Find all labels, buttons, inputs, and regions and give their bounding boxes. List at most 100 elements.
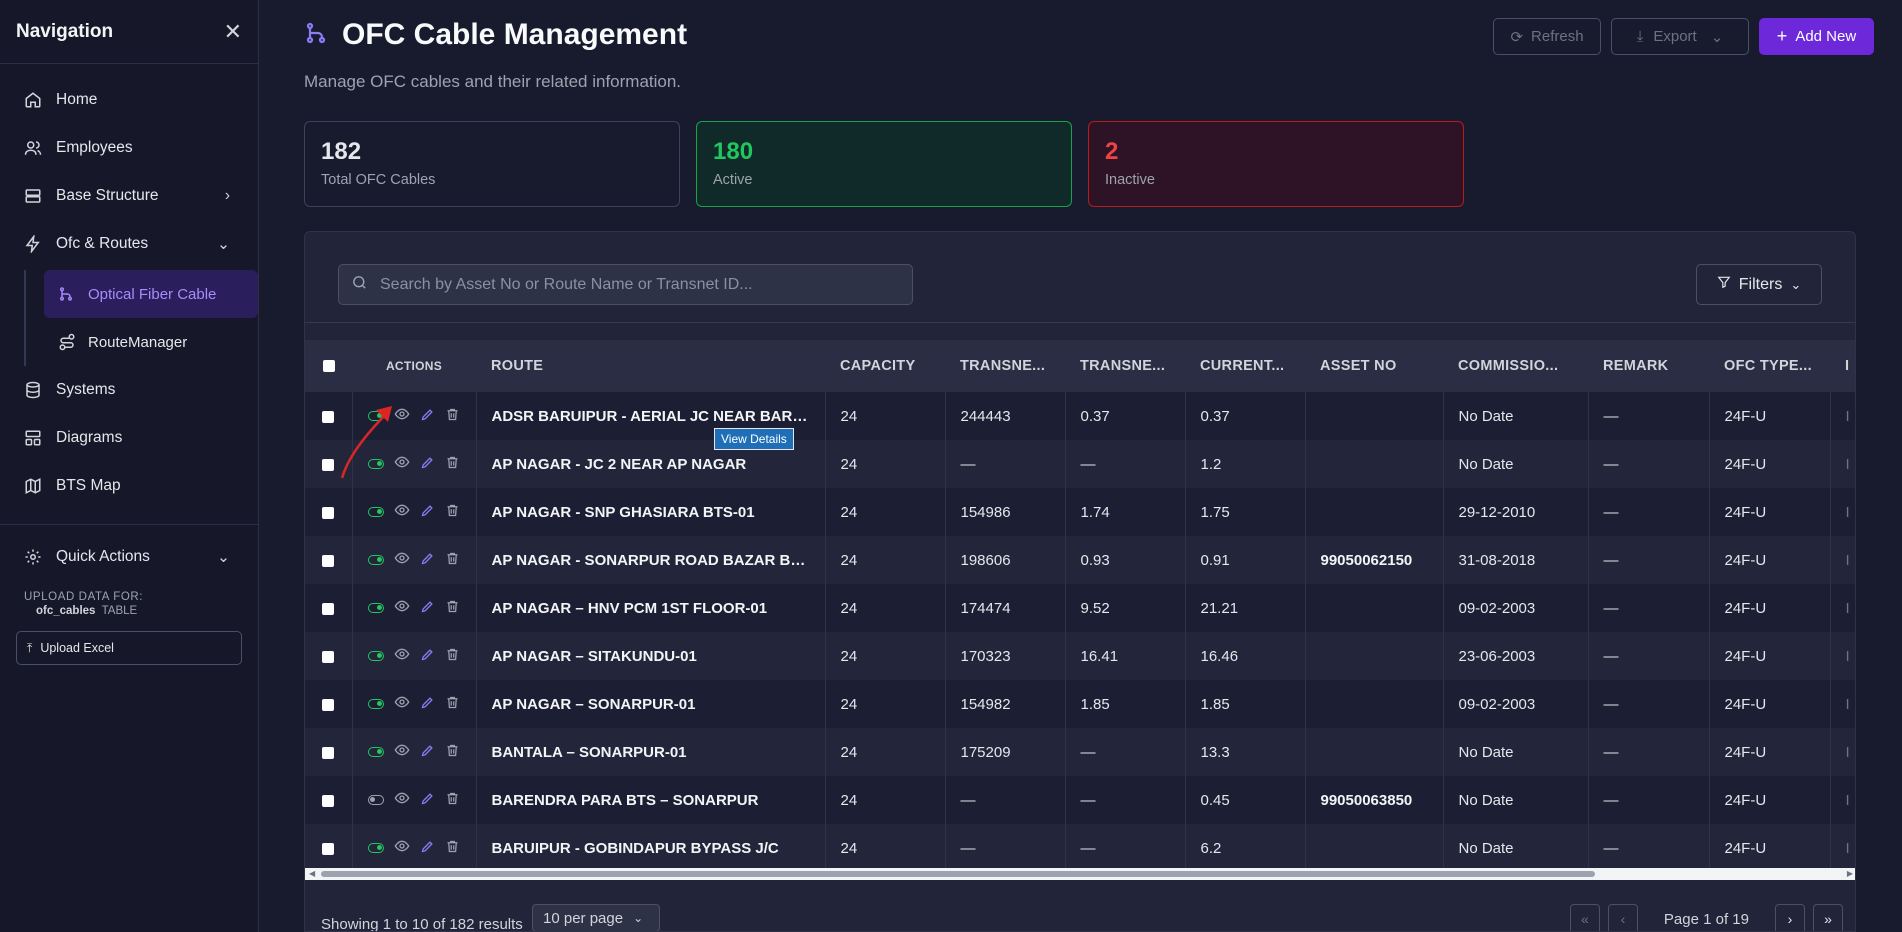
pagination-footer: Showing 1 to 10 of 182 results 10 per pa…	[305, 904, 1855, 931]
table-cell: 16.41	[1065, 632, 1186, 680]
edit-icon[interactable]	[420, 503, 435, 522]
table-cell: 174474	[945, 584, 1066, 632]
table-cell	[1305, 632, 1444, 680]
table-cell	[1305, 488, 1444, 536]
row-checkbox[interactable]	[305, 728, 353, 776]
add-new-button[interactable]: + Add New	[1759, 18, 1874, 55]
sidebar-item-bts-map[interactable]: BTS Map	[0, 462, 258, 510]
column-header[interactable]: ASSET NO	[1305, 340, 1443, 392]
export-button[interactable]: ⤓ Export ⌄	[1611, 18, 1749, 55]
column-header[interactable]: CAPACITY	[825, 340, 945, 392]
sidebar-item-diagrams[interactable]: Diagrams	[0, 414, 258, 462]
edit-icon[interactable]	[420, 791, 435, 810]
table-row[interactable]: BANTALA – SONARPUR-01 24 175209—13.3 No Dat…	[305, 728, 1855, 776]
status-toggle-icon[interactable]	[367, 699, 384, 709]
column-header[interactable]: CURRENT...	[1185, 340, 1305, 392]
edit-icon[interactable]	[420, 839, 435, 858]
table-row[interactable]: BARENDRA PARA BTS – SONARPUR 24— —0.45 9905…	[305, 776, 1855, 824]
edit-icon[interactable]	[420, 455, 435, 474]
row-checkbox[interactable]	[305, 584, 353, 632]
trash-icon[interactable]	[445, 647, 460, 666]
status-toggle-icon[interactable]	[367, 747, 384, 757]
row-checkbox[interactable]	[305, 488, 353, 536]
column-header[interactable]: COMMISSIO...	[1443, 340, 1588, 392]
select-all-checkbox[interactable]	[305, 340, 352, 392]
row-checkbox[interactable]	[305, 632, 353, 680]
quick-actions-toggle[interactable]: Quick Actions ⌄	[0, 533, 258, 581]
status-toggle-icon[interactable]	[367, 795, 384, 805]
table-row[interactable]: ADSR BARUIPUR - AERIAL JC NEAR BARUIPUR 2…	[305, 392, 1855, 440]
horizontal-scrollbar[interactable]: ◀ ▶	[305, 868, 1855, 880]
sidebar-item-employees[interactable]: Employees	[0, 124, 258, 172]
table-row[interactable]: AP NAGAR - SONARPUR ROAD BAZAR BTS-01 24 1…	[305, 536, 1855, 584]
status-toggle-icon[interactable]	[367, 555, 384, 565]
eye-icon[interactable]	[394, 502, 410, 522]
sidebar-item-route-manager[interactable]: RouteManager	[44, 318, 258, 366]
column-header[interactable]: REMARK	[1588, 340, 1709, 392]
trash-icon[interactable]	[445, 695, 460, 714]
edit-icon[interactable]	[420, 647, 435, 666]
refresh-button[interactable]: ⟳ Refresh	[1493, 18, 1601, 55]
table-row[interactable]: BARUIPUR - GOBINDAPUR BYPASS J/C 24— —6.2 N…	[305, 824, 1855, 868]
last-page-button[interactable]: »	[1813, 904, 1843, 931]
eye-icon[interactable]	[394, 550, 410, 570]
refresh-icon: ⟳	[1510, 28, 1524, 46]
sidebar-item-label: Diagrams	[56, 429, 123, 446]
trash-icon[interactable]	[445, 551, 460, 570]
eye-icon[interactable]	[394, 694, 410, 714]
eye-icon[interactable]	[394, 646, 410, 666]
trash-icon[interactable]	[445, 791, 460, 810]
trash-icon[interactable]	[445, 599, 460, 618]
close-icon[interactable]: ✕	[224, 19, 242, 45]
row-checkbox[interactable]	[305, 680, 353, 728]
column-header[interactable]: ROUTE	[476, 340, 825, 392]
column-header[interactable]: TRANSNE...	[945, 340, 1065, 392]
edit-icon[interactable]	[420, 551, 435, 570]
edit-icon[interactable]	[420, 695, 435, 714]
sidebar-item-base-structure[interactable]: Base Structure ›	[0, 172, 258, 220]
sidebar-item-home[interactable]: Home	[0, 76, 258, 124]
search-input[interactable]	[380, 275, 900, 294]
status-toggle-icon[interactable]	[367, 651, 384, 661]
eye-icon[interactable]	[394, 598, 410, 618]
row-checkbox[interactable]	[305, 824, 353, 868]
prev-page-button[interactable]: ‹	[1607, 904, 1638, 931]
edit-icon[interactable]	[420, 599, 435, 618]
table-cell: 24	[825, 824, 946, 868]
first-page-button[interactable]: «	[1569, 904, 1600, 931]
table-row[interactable]: AP NAGAR - SNP GHASIARA BTS-01 24 154986 1.…	[305, 488, 1855, 536]
status-toggle-icon[interactable]	[367, 507, 384, 517]
table-row[interactable]: AP NAGAR – SITAKUNDU-01 24 170323 16.41 16.4…	[305, 632, 1855, 680]
upload-excel-button[interactable]: ⤒ Upload Excel	[16, 631, 242, 665]
table-cell: 24F-U	[1709, 440, 1831, 488]
next-page-button[interactable]: ›	[1775, 904, 1805, 931]
filters-button[interactable]: Filters ⌄	[1696, 264, 1822, 305]
table-row[interactable]: AP NAGAR - JC 2 NEAR AP NAGAR 24— —1.2 No D…	[305, 440, 1855, 488]
sidebar-item-optical-fiber-cable[interactable]: Optical Fiber Cable	[44, 270, 258, 318]
trash-icon[interactable]	[445, 455, 460, 474]
status-toggle-icon[interactable]	[367, 603, 384, 613]
table-row[interactable]: AP NAGAR – HNV PCM 1ST FLOOR-01 24 174474 9…	[305, 584, 1855, 632]
table-cell: 1.75	[1185, 488, 1306, 536]
sidebar-item-systems[interactable]: Systems	[0, 366, 258, 414]
column-header[interactable]: OFC TYPE...	[1709, 340, 1830, 392]
eye-icon[interactable]	[394, 742, 410, 762]
scrollbar-thumb[interactable]	[321, 871, 1595, 877]
edit-icon[interactable]	[420, 407, 435, 426]
trash-icon[interactable]	[445, 407, 460, 426]
eye-icon[interactable]	[394, 790, 410, 810]
row-checkbox[interactable]	[305, 536, 353, 584]
table-row[interactable]: AP NAGAR – SONARPUR-01 24 154982 1.85 1.85 09…	[305, 680, 1855, 728]
trash-icon[interactable]	[445, 839, 460, 858]
add-new-label: Add New	[1795, 28, 1857, 45]
trash-icon[interactable]	[445, 503, 460, 522]
status-toggle-icon[interactable]	[367, 843, 384, 853]
table-cell: —	[1588, 680, 1710, 728]
per-page-select[interactable]: 10 per page ⌄	[532, 904, 660, 931]
column-header[interactable]: TRANSNE...	[1065, 340, 1185, 392]
row-checkbox[interactable]	[305, 776, 353, 824]
eye-icon[interactable]	[394, 838, 410, 858]
trash-icon[interactable]	[445, 743, 460, 762]
sidebar-item-ofc-routes[interactable]: Ofc & Routes ⌄	[0, 220, 258, 268]
edit-icon[interactable]	[420, 743, 435, 762]
